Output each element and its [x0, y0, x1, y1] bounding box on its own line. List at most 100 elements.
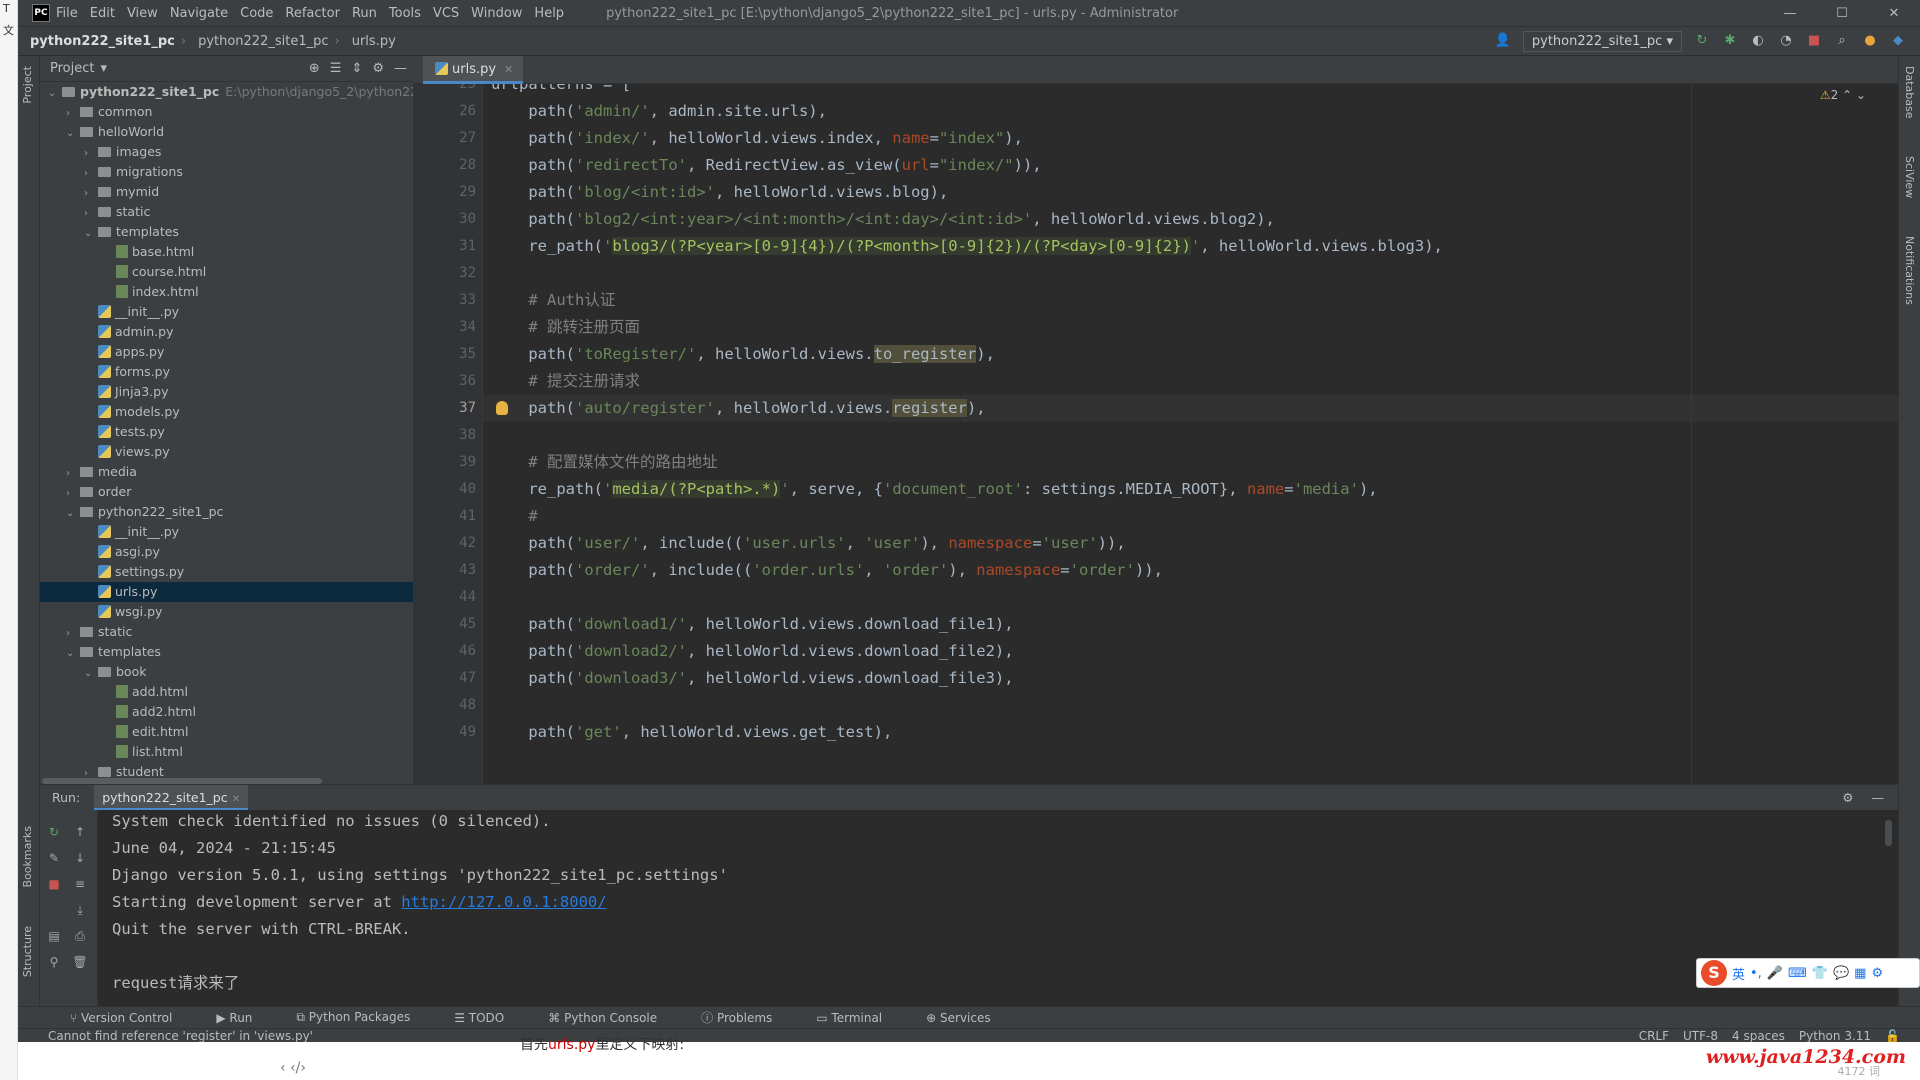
- menu-edit[interactable]: Edit: [90, 6, 115, 21]
- run-tab[interactable]: python222_site1_pc ✕: [94, 784, 248, 811]
- menu-tools[interactable]: Tools: [389, 6, 421, 21]
- chevron-right-icon[interactable]: ›: [84, 764, 96, 778]
- menu-navigate[interactable]: Navigate: [170, 6, 228, 21]
- console-scrollbar[interactable]: [1885, 820, 1892, 846]
- code-line[interactable]: path('download3/', helloWorld.views.down…: [491, 665, 1013, 692]
- chevron-down-icon[interactable]: ▾: [100, 61, 107, 76]
- notifications-tool-tab[interactable]: Notifications: [1903, 236, 1916, 305]
- breadcrumb-file[interactable]: urls.py: [352, 34, 396, 49]
- search-icon[interactable]: ⌕: [1834, 33, 1850, 49]
- breadcrumb-project[interactable]: python222_site1_pc: [30, 34, 175, 49]
- code-line[interactable]: path('redirectTo', RedirectView.as_view(…: [491, 152, 1041, 179]
- tree-item[interactable]: › student: [40, 762, 413, 778]
- sciview-tool-tab[interactable]: SciView: [1903, 156, 1916, 198]
- code-line[interactable]: re_path('blog3/(?P<year>[0-9]{4})/(?P<mo…: [491, 233, 1443, 260]
- code-line[interactable]: path('auto/register', helloWorld.views.r…: [491, 395, 986, 422]
- run-config-select[interactable]: python222_site1_pc ▾: [1522, 30, 1682, 52]
- chevron-right-icon[interactable]: ›: [66, 624, 78, 644]
- collapse-all-icon[interactable]: ⇕: [351, 61, 362, 76]
- chevron-down-icon[interactable]: ⌄: [84, 664, 96, 684]
- microphone-icon[interactable]: 🎤: [1767, 966, 1783, 981]
- python-interpreter[interactable]: Python 3.11: [1799, 1029, 1871, 1043]
- run-console[interactable]: System check identified no issues (0 sil…: [98, 810, 1898, 1006]
- code-line[interactable]: path('toRegister/', helloWorld.views.to_…: [491, 341, 995, 368]
- code-line[interactable]: path('download1/', helloWorld.views.down…: [491, 611, 1013, 638]
- tree-item[interactable]: base.html: [40, 242, 413, 262]
- tree-item[interactable]: edit.html: [40, 722, 413, 742]
- hide-icon[interactable]: —: [394, 61, 407, 76]
- stop-icon[interactable]: ■: [46, 876, 62, 892]
- menu-run[interactable]: Run: [352, 6, 377, 21]
- code-line[interactable]: urlpatterns = [: [491, 84, 631, 98]
- menu-help[interactable]: Help: [534, 6, 564, 21]
- tree-item[interactable]: add2.html: [40, 702, 413, 722]
- locate-icon[interactable]: ⊕: [309, 61, 320, 76]
- tree-item[interactable]: index.html: [40, 282, 413, 302]
- tree-item[interactable]: › static: [40, 202, 413, 222]
- chevron-down-icon[interactable]: ⌄: [84, 224, 96, 244]
- code-line[interactable]: path('blog/<int:id>', helloWorld.views.b…: [491, 179, 948, 206]
- tree-item[interactable]: ⌄ templates: [40, 222, 413, 242]
- project-panel-title[interactable]: Project: [50, 61, 94, 76]
- grid-icon[interactable]: ▦: [1854, 966, 1866, 981]
- tree-item[interactable]: ⌄ templates: [40, 642, 413, 662]
- debug-icon[interactable]: ✱: [1722, 33, 1738, 49]
- chevron-down-icon[interactable]: ⌄: [48, 84, 60, 104]
- tool-services[interactable]: ⊕ Services: [904, 1011, 990, 1025]
- tree-item[interactable]: ⌄ python222_site1_pc: [40, 502, 413, 522]
- soft-wrap-icon[interactable]: ≡: [72, 876, 88, 892]
- tree-item[interactable]: ⌄ book: [40, 662, 413, 682]
- gear-icon[interactable]: ⚙: [372, 61, 384, 76]
- tool-todo[interactable]: ☰ TODO: [432, 1011, 504, 1025]
- tree-item[interactable]: __init__.py: [40, 302, 413, 322]
- maximize-icon[interactable]: ☐: [1816, 6, 1868, 21]
- tree-item[interactable]: › static: [40, 622, 413, 642]
- close-tab-icon[interactable]: ✕: [232, 794, 240, 805]
- code-line[interactable]: path('user/', include(('user.urls', 'use…: [491, 530, 1125, 557]
- chevron-right-icon[interactable]: ›: [66, 104, 78, 124]
- chevron-down-icon[interactable]: ⌄: [66, 124, 78, 144]
- settings-icon[interactable]: ⚙: [1871, 966, 1883, 981]
- tree-item[interactable]: views.py: [40, 442, 413, 462]
- tree-item[interactable]: admin.py: [40, 322, 413, 342]
- tree-item[interactable]: › migrations: [40, 162, 413, 182]
- chevron-down-icon[interactable]: ⌄: [66, 644, 78, 664]
- tree-item[interactable]: __init__.py: [40, 522, 413, 542]
- tab-urls-py[interactable]: urls.py ✕: [423, 56, 524, 84]
- tree-item[interactable]: models.py: [40, 402, 413, 422]
- bookmarks-tool-tab[interactable]: Bookmarks: [21, 826, 34, 887]
- code-line[interactable]: # 提交注册请求: [491, 368, 640, 395]
- rerun-icon[interactable]: ↻: [1694, 33, 1710, 49]
- tree-item[interactable]: settings.py: [40, 562, 413, 582]
- gear-icon[interactable]: ⚙: [1842, 790, 1853, 805]
- code-line[interactable]: path('download2/', helloWorld.views.down…: [491, 638, 1013, 665]
- breadcrumb-package[interactable]: python222_site1_pc: [198, 34, 328, 49]
- ime-language[interactable]: 英: [1732, 964, 1745, 983]
- tree-item[interactable]: list.html: [40, 742, 413, 762]
- profile-icon[interactable]: ◔: [1778, 33, 1794, 49]
- code-line[interactable]: path('index/', helloWorld.views.index, n…: [491, 125, 1023, 152]
- chevron-right-icon[interactable]: ›: [84, 144, 96, 164]
- minimize-icon[interactable]: —: [1764, 6, 1816, 21]
- tool-run[interactable]: ▶ Run: [194, 1011, 252, 1025]
- hide-icon[interactable]: —: [1872, 790, 1885, 805]
- chevron-right-icon[interactable]: ›: [84, 164, 96, 184]
- doc-nav[interactable]: ‹ ‹/›: [280, 1060, 306, 1076]
- chevron-right-icon[interactable]: ›: [66, 484, 78, 504]
- chat-icon[interactable]: 💬: [1833, 966, 1849, 981]
- stop-icon[interactable]: ■: [1806, 33, 1822, 49]
- scroll-to-end-icon[interactable]: ⤓: [72, 902, 88, 918]
- wrench-icon[interactable]: ✎: [46, 850, 62, 866]
- code-line[interactable]: re_path('media/(?P<path>.*)', serve, {'d…: [491, 476, 1378, 503]
- tree-item[interactable]: course.html: [40, 262, 413, 282]
- tree-item[interactable]: › media: [40, 462, 413, 482]
- code-line[interactable]: path('blog2/<int:year>/<int:month>/<int:…: [491, 206, 1275, 233]
- tree-item[interactable]: asgi.py: [40, 542, 413, 562]
- expand-all-icon[interactable]: ☰: [330, 61, 342, 76]
- close-icon[interactable]: ✕: [1868, 6, 1920, 21]
- tool-python-packages[interactable]: ⧉ Python Packages: [274, 1010, 410, 1025]
- tree-item[interactable]: › mymid: [40, 182, 413, 202]
- tree-item[interactable]: tests.py: [40, 422, 413, 442]
- code-line[interactable]: # 跳转注册页面: [491, 314, 640, 341]
- close-tab-icon[interactable]: ✕: [504, 63, 513, 76]
